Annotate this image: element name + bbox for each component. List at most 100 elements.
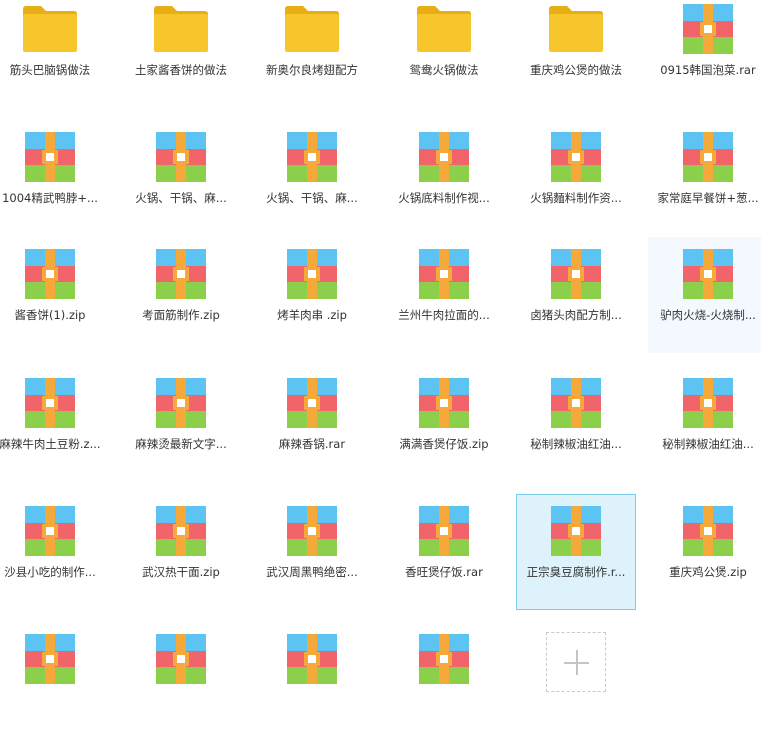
plus-icon bbox=[576, 650, 578, 675]
archive-file-item[interactable]: 正宗臭豆腐制作.r... bbox=[516, 494, 636, 610]
archive-file-item[interactable]: 卤猪头肉配方制... bbox=[516, 237, 636, 353]
item-label: 火锅底料制作视... bbox=[398, 191, 490, 205]
add-item-button[interactable] bbox=[546, 632, 606, 692]
folder-icon bbox=[152, 3, 210, 55]
item-label: 火锅、干锅、麻... bbox=[135, 191, 227, 205]
archive-icon bbox=[152, 633, 210, 685]
archive-icon bbox=[415, 377, 473, 429]
archive-icon bbox=[679, 377, 737, 429]
archive-icon bbox=[415, 248, 473, 300]
item-label: 考面筋制作.zip bbox=[142, 308, 220, 322]
item-label: 武汉热干面.zip bbox=[142, 565, 220, 579]
archive-icon bbox=[547, 505, 605, 557]
archive-icon bbox=[21, 131, 79, 183]
item-label: 火锅麵料制作资... bbox=[530, 191, 622, 205]
item-label: 卤猪头肉配方制... bbox=[530, 308, 622, 322]
folder-item[interactable]: 重庆鸡公煲的做法 bbox=[516, 0, 636, 108]
item-label: 驴肉火烧-火烧制... bbox=[660, 308, 756, 322]
archive-icon bbox=[283, 377, 341, 429]
item-label: 土家酱香饼的做法 bbox=[135, 63, 227, 77]
folder-icon bbox=[415, 3, 473, 55]
item-label: 鸳鸯火锅做法 bbox=[409, 63, 479, 77]
archive-icon bbox=[283, 248, 341, 300]
folder-item[interactable]: 鸳鸯火锅做法 bbox=[384, 0, 504, 108]
item-label: 重庆鸡公煲的做法 bbox=[530, 63, 622, 77]
archive-file-item[interactable]: 兰州牛肉拉面的... bbox=[384, 237, 504, 353]
item-label: 烤羊肉串 .zip bbox=[277, 308, 347, 322]
archive-file-item[interactable]: 1004精武鸭脖+... bbox=[0, 120, 110, 236]
item-label: 麻辣牛肉土豆粉.z... bbox=[0, 437, 101, 451]
item-label: 沙县小吃的制作... bbox=[4, 565, 96, 579]
archive-file-item[interactable]: 沙县小吃的制作... bbox=[0, 494, 110, 610]
archive-icon bbox=[415, 633, 473, 685]
folder-item[interactable]: 新奥尔良烤翅配方 bbox=[252, 0, 372, 108]
archive-file-item[interactable] bbox=[0, 622, 110, 738]
archive-icon bbox=[547, 248, 605, 300]
archive-icon bbox=[547, 377, 605, 429]
item-label: 秘制辣椒油红油... bbox=[530, 437, 622, 451]
archive-icon bbox=[152, 377, 210, 429]
archive-file-item[interactable]: 麻辣牛肉土豆粉.z... bbox=[0, 366, 110, 482]
archive-file-item[interactable]: 秘制辣椒油红油... bbox=[648, 366, 761, 482]
archive-file-item[interactable]: 0915韩国泡菜.rar bbox=[648, 0, 761, 108]
archive-icon bbox=[283, 131, 341, 183]
archive-icon bbox=[547, 131, 605, 183]
item-label: 酱香饼(1).zip bbox=[14, 308, 86, 322]
item-label: 家常庭早餐饼+葱... bbox=[657, 191, 759, 205]
archive-icon bbox=[21, 505, 79, 557]
item-label: 秘制辣椒油红油... bbox=[662, 437, 754, 451]
item-label: 麻辣烫最新文字... bbox=[135, 437, 227, 451]
archive-file-item[interactable]: 重庆鸡公煲.zip bbox=[648, 494, 761, 610]
archive-file-item[interactable]: 秘制辣椒油红油... bbox=[516, 366, 636, 482]
archive-file-item[interactable]: 烤羊肉串 .zip bbox=[252, 237, 372, 353]
archive-icon bbox=[152, 131, 210, 183]
item-label: 麻辣香锅.rar bbox=[278, 437, 346, 451]
archive-icon bbox=[679, 505, 737, 557]
folder-icon bbox=[547, 3, 605, 55]
item-label: 0915韩国泡菜.rar bbox=[660, 63, 756, 77]
item-label: 筋头巴脑锅做法 bbox=[9, 63, 91, 77]
item-label: 1004精武鸭脖+... bbox=[2, 191, 98, 205]
archive-file-item[interactable]: 香旺煲仔饭.rar bbox=[384, 494, 504, 610]
archive-icon bbox=[152, 505, 210, 557]
archive-icon bbox=[415, 131, 473, 183]
item-label: 新奥尔良烤翅配方 bbox=[266, 63, 358, 77]
item-label: 正宗臭豆腐制作.r... bbox=[526, 565, 626, 579]
archive-icon bbox=[679, 248, 737, 300]
archive-file-item[interactable]: 满满香煲仔饭.zip bbox=[384, 366, 504, 482]
file-grid: 筋头巴脑锅做法 土家酱香饼的做法 新奥尔良烤翅配方 鸳鸯火锅做法 重庆鸡公煲的做法 091… bbox=[0, 0, 761, 703]
folder-item[interactable]: 筋头巴脑锅做法 bbox=[0, 0, 110, 108]
archive-file-item[interactable]: 火锅底料制作视... bbox=[384, 120, 504, 236]
archive-file-item[interactable]: 火锅、干锅、麻... bbox=[252, 120, 372, 236]
item-label: 武汉周黑鸭绝密... bbox=[266, 565, 358, 579]
item-label: 香旺煲仔饭.rar bbox=[405, 565, 483, 579]
archive-icon bbox=[21, 377, 79, 429]
folder-icon bbox=[283, 3, 341, 55]
archive-file-item[interactable]: 麻辣烫最新文字... bbox=[121, 366, 241, 482]
archive-file-item[interactable]: 火锅麵料制作资... bbox=[516, 120, 636, 236]
archive-file-item[interactable]: 麻辣香锅.rar bbox=[252, 366, 372, 482]
item-label: 兰州牛肉拉面的... bbox=[398, 308, 490, 322]
archive-icon bbox=[283, 633, 341, 685]
archive-file-item[interactable]: 火锅、干锅、麻... bbox=[121, 120, 241, 236]
item-label: 重庆鸡公煲.zip bbox=[669, 565, 747, 579]
archive-file-item[interactable] bbox=[384, 622, 504, 738]
item-label: 火锅、干锅、麻... bbox=[266, 191, 358, 205]
archive-icon bbox=[415, 505, 473, 557]
folder-icon bbox=[21, 3, 79, 55]
archive-icon bbox=[679, 3, 737, 55]
archive-icon bbox=[283, 505, 341, 557]
archive-file-item[interactable]: 家常庭早餐饼+葱... bbox=[648, 120, 761, 236]
archive-file-item[interactable]: 驴肉火烧-火烧制... bbox=[648, 237, 761, 353]
archive-icon bbox=[21, 633, 79, 685]
archive-file-item[interactable] bbox=[121, 622, 241, 738]
folder-item[interactable]: 土家酱香饼的做法 bbox=[121, 0, 241, 108]
item-label: 满满香煲仔饭.zip bbox=[399, 437, 489, 451]
archive-file-item[interactable]: 考面筋制作.zip bbox=[121, 237, 241, 353]
archive-icon bbox=[21, 248, 79, 300]
archive-file-item[interactable]: 武汉热干面.zip bbox=[121, 494, 241, 610]
archive-file-item[interactable]: 武汉周黑鸭绝密... bbox=[252, 494, 372, 610]
archive-file-item[interactable]: 酱香饼(1).zip bbox=[0, 237, 110, 353]
archive-file-item[interactable] bbox=[252, 622, 372, 738]
archive-icon bbox=[152, 248, 210, 300]
